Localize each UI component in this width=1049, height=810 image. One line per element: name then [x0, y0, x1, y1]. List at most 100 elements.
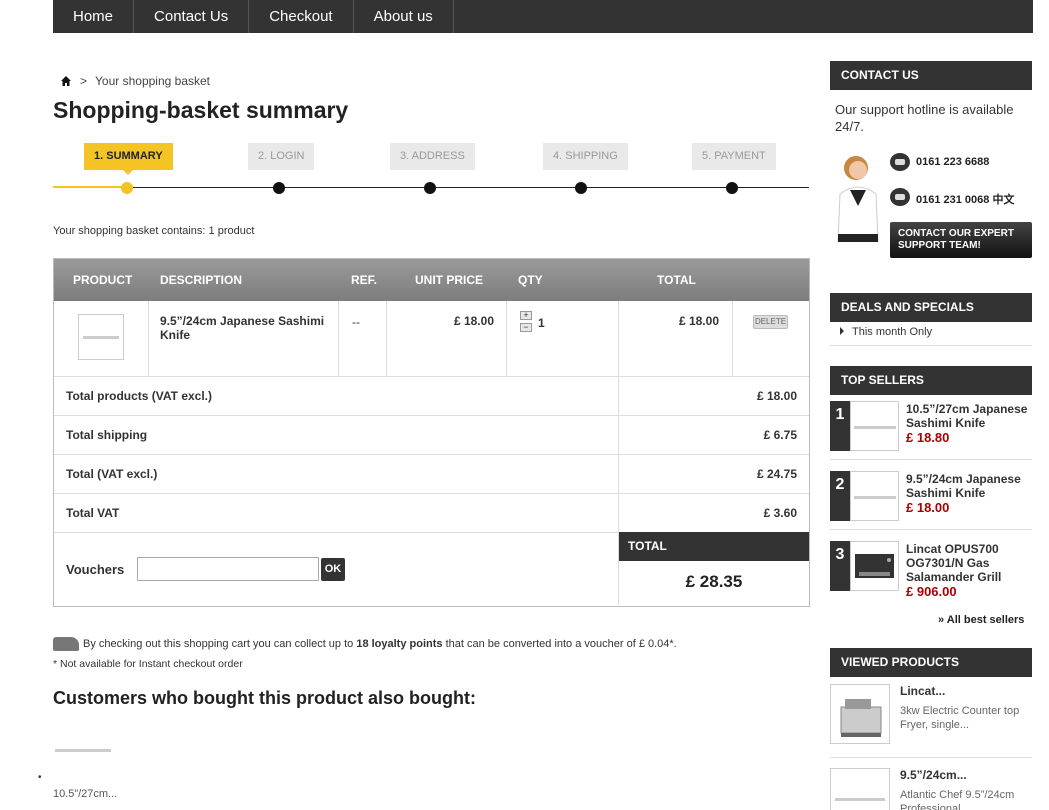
total-label: TOTAL [619, 532, 809, 561]
grill-image [855, 554, 894, 578]
summary-row: Total (VAT excl.) £ 24.75 [54, 454, 809, 493]
rank-badge: 2 [830, 471, 850, 521]
nav-checkout-link[interactable]: Checkout [249, 0, 354, 33]
all-best-sellers-link[interactable]: » All best sellers [938, 614, 1024, 626]
step-login: 2. LOGIN [248, 143, 315, 170]
cart-table-header: PRODUCT DESCRIPTION REF. UNIT PRICE QTY … [54, 259, 809, 301]
summary-label: Total products (VAT excl.) [66, 389, 213, 403]
step-dot-shipping [575, 182, 587, 194]
contact-expert-button[interactable]: CONTACT OUR EXPERT SUPPORT TEAM! [890, 222, 1032, 258]
step-payment: 5. PAYMENT [692, 143, 776, 170]
viewed-product-image[interactable] [830, 684, 890, 744]
loyalty-hand-icon [53, 637, 79, 651]
qty-plus-button[interactable]: + [520, 311, 532, 320]
top-seller-name[interactable]: Lincat OPUS700 OG7301/N Gas Salamander G… [906, 542, 1034, 584]
summary-label: Total (VAT excl.) [66, 467, 158, 481]
viewed-products-header: VIEWED PRODUCTS [830, 648, 1032, 677]
total-value: £ 28.35 [685, 572, 743, 591]
also-bought-image[interactable] [55, 738, 111, 762]
phone-icon [890, 188, 910, 206]
loyalty-text-post: that can be converted into a voucher of … [442, 637, 677, 650]
step-dot-address [424, 182, 436, 194]
breadcrumb-separator: > [80, 74, 88, 88]
nav-about-link[interactable]: About us [354, 0, 454, 33]
divider [830, 757, 1032, 758]
home-icon[interactable] [60, 75, 72, 87]
knife-image [835, 798, 885, 801]
header-ref: REF. [351, 273, 378, 287]
product-thumbnail[interactable] [78, 314, 124, 360]
knife-image [854, 496, 896, 499]
divider [830, 529, 1032, 530]
col-divider [386, 301, 387, 376]
also-bought-label[interactable]: 10.5”/27cm... [53, 788, 117, 800]
fryer-image [840, 699, 882, 737]
delete-button[interactable]: DELETE [753, 315, 788, 329]
step-summary: 1. SUMMARY [84, 143, 173, 175]
support-agent-image [837, 156, 879, 242]
product-unit-price: £ 18.00 [453, 314, 494, 328]
phone-icon [890, 153, 910, 171]
summary-row: Total shipping £ 6.75 [54, 415, 809, 454]
contact-header: CONTACT US [830, 61, 1032, 90]
voucher-label: Vouchers [66, 562, 125, 577]
rank-badge: 3 [830, 541, 850, 591]
summary-label: Total shipping [66, 428, 148, 442]
top-seller-image[interactable] [850, 401, 899, 451]
summary-label: Total VAT [66, 506, 120, 520]
top-seller-name[interactable]: 10.5”/27cm Japanese Sashimi Knife [906, 402, 1034, 430]
loyalty-text-pre: By checking out this shopping cart you c… [83, 637, 357, 650]
viewed-product-name[interactable]: 9.5”/24cm... [900, 768, 967, 782]
step-dot-login [273, 182, 285, 194]
top-seller-image[interactable] [850, 541, 899, 591]
top-seller-price: £ 906.00 [906, 584, 957, 599]
top-seller-price: £ 18.00 [906, 500, 950, 515]
header-description: DESCRIPTION [160, 273, 243, 287]
also-bought-title: Customers who bought this product also b… [53, 688, 476, 708]
voucher-ok-button[interactable]: OK [321, 558, 345, 581]
top-seller-price: £ 18.80 [906, 430, 950, 445]
knife-image [83, 336, 119, 339]
viewed-product-desc: Atlantic Chef 9.5”/24cm Professional [900, 789, 1015, 810]
qty-minus-button[interactable]: − [520, 323, 532, 332]
step-dot-summary [121, 182, 133, 194]
loyalty-points: 18 loyalty points [356, 637, 443, 650]
step-dot-payment [726, 182, 738, 194]
summary-row: Total VAT £ 3.60 [54, 493, 809, 532]
nav-contact-link[interactable]: Contact Us [134, 0, 250, 33]
top-seller-image[interactable] [850, 471, 899, 521]
rank-badge: 1 [830, 401, 850, 451]
phone-number-1[interactable]: 0161 223 6688 [916, 156, 989, 168]
quantity-stepper: + − [520, 311, 532, 335]
product-ref: -- [352, 315, 360, 329]
product-line-total: £ 18.00 [678, 314, 719, 328]
top-seller-name[interactable]: 9.5”/24cm Japanese Sashimi Knife [906, 472, 1034, 500]
summary-value: £ 18.00 [756, 389, 797, 403]
product-description[interactable]: 9.5”/24cm Japanese Sashimi Knife [160, 314, 335, 342]
knife-image [854, 426, 896, 429]
checkout-steps: 1. SUMMARY 2. LOGIN 3. ADDRESS 4. SHIPPI… [53, 140, 809, 200]
nav-home-link[interactable]: Home [53, 0, 135, 33]
viewed-product-desc: 3kw Electric Counter top Fryer, single..… [900, 705, 1020, 731]
step-address: 3. ADDRESS [390, 143, 475, 170]
phone-number-2[interactable]: 0161 231 0068 中文 [916, 191, 1014, 207]
summary-value: £ 24.75 [756, 467, 797, 481]
support-text: Our support hotline is available 24/7. [835, 102, 1014, 134]
breadcrumb-current: Your shopping basket [95, 74, 210, 88]
step-shipping: 4. SHIPPING [543, 143, 628, 170]
summary-row: Total products (VAT excl.) £ 18.00 [54, 376, 809, 415]
divider [830, 345, 1032, 346]
loyalty-message: By checking out this shopping cart you c… [53, 637, 677, 651]
viewed-product-name[interactable]: Lincat... [900, 684, 945, 698]
header-qty: QTY [518, 273, 543, 287]
list-bullet: • [38, 772, 42, 783]
header-total: TOTAL [657, 273, 696, 287]
top-sellers-header: TOP SELLERS [830, 366, 1032, 395]
page-title: Shopping-basket summary [53, 97, 349, 123]
deals-item[interactable]: This month Only [840, 326, 932, 338]
voucher-input[interactable] [137, 557, 319, 581]
col-divider [506, 301, 507, 376]
col-divider [148, 301, 149, 376]
breadcrumb: > Your shopping basket [60, 74, 210, 88]
viewed-product-image[interactable] [830, 768, 890, 810]
